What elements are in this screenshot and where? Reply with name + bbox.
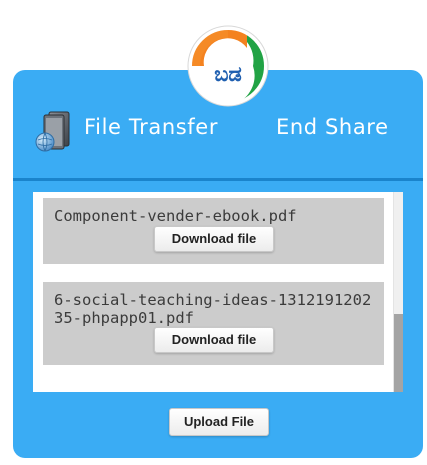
- file-name: Component-vender-ebook.pdf: [54, 207, 297, 225]
- download-file-button[interactable]: Download file: [154, 327, 274, 353]
- file-transfer-widget: ಬಡ File Transfer End Share Component-ven…: [0, 0, 427, 465]
- app-logo: ಬಡ: [187, 25, 269, 107]
- app-title: File Transfer: [84, 115, 219, 139]
- panel-header: File Transfer End Share: [13, 109, 423, 152]
- file-transfer-icon: [35, 111, 70, 152]
- end-share-button[interactable]: End Share: [276, 115, 389, 139]
- download-file-button[interactable]: Download file: [154, 226, 274, 252]
- scrollbar-thumb[interactable]: [394, 314, 403, 392]
- header-divider: [13, 178, 423, 181]
- file-item: 6-social-teaching-ideas-131219120235-php…: [43, 282, 384, 365]
- transfer-panel: File Transfer End Share Component-vender…: [13, 70, 423, 458]
- upload-file-button[interactable]: Upload File: [169, 408, 269, 436]
- file-list[interactable]: Component-vender-ebook.pdf Download file…: [33, 192, 403, 392]
- file-item: Component-vender-ebook.pdf Download file: [43, 198, 384, 264]
- file-name: 6-social-teaching-ideas-131219120235-php…: [54, 291, 372, 327]
- logo-text: ಬಡ: [214, 62, 242, 86]
